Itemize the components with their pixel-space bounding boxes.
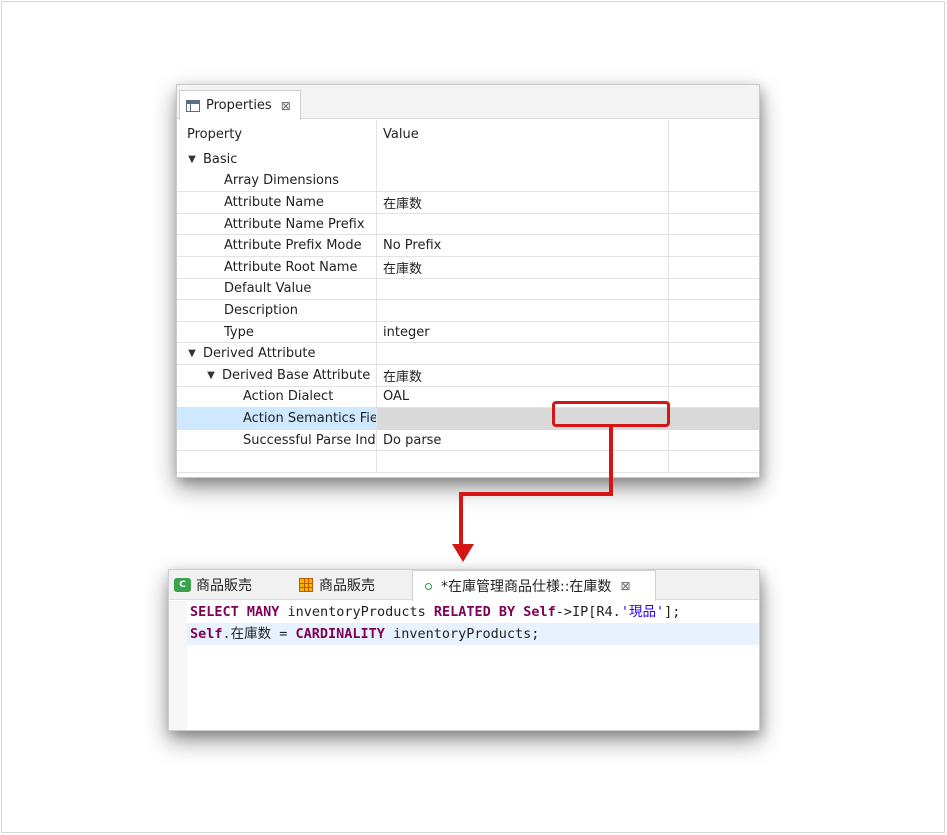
property-name: Default Value — [177, 278, 377, 301]
table-row[interactable]: Array Dimensions — [177, 170, 759, 193]
tab-properties-label: Properties — [206, 98, 272, 113]
property-name: Attribute Prefix Mode — [177, 235, 377, 257]
property-name: Description — [177, 300, 377, 322]
table-header: Property Value — [177, 120, 759, 149]
property-name: Attribute Name — [177, 192, 377, 214]
property-value[interactable]: No Prefix — [377, 235, 669, 257]
keyword: RELATED BY — [433, 604, 516, 620]
code-line-current[interactable]: Self.在庫数 = CARDINALITY inventoryProducts… — [187, 623, 759, 645]
keyword: Self — [190, 626, 223, 642]
property-value[interactable]: 在庫数 — [377, 192, 669, 214]
property-value[interactable]: integer — [377, 321, 669, 344]
table-row-empty — [177, 451, 759, 473]
chevron-down-icon[interactable]: ▼ — [185, 154, 199, 165]
editor-tab-label: 商品販売 — [319, 578, 375, 594]
table-row[interactable]: ▼ Derived Attribute — [177, 343, 759, 365]
property-name: Action Semantics Fiel — [177, 408, 377, 430]
editor-tab-label: 商品販売 — [196, 578, 252, 594]
editor-tab-diagram[interactable]: 商品販売 — [299, 570, 375, 600]
properties-view: Properties ⊠ Property Value ▼ Basic Array… — [176, 84, 760, 478]
code-text: .在庫数 = — [222, 626, 296, 642]
property-value[interactable] — [377, 278, 669, 301]
table-row[interactable]: Attribute Name 在庫数 — [177, 192, 759, 214]
properties-tabbar: Properties ⊠ — [177, 85, 759, 120]
table-row[interactable]: Description — [177, 300, 759, 322]
property-value — [377, 149, 669, 171]
grid-icon — [299, 578, 313, 592]
attribute-icon — [425, 582, 432, 590]
table-row[interactable]: Action Dialect OAL — [177, 386, 759, 409]
property-value[interactable] — [377, 300, 669, 322]
close-icon[interactable]: ⊠ — [620, 579, 630, 593]
class-icon: C — [174, 578, 191, 592]
table-row[interactable]: Default Value — [177, 278, 759, 301]
code-text: inventoryProducts — [279, 604, 434, 620]
keyword: CARDINALITY — [295, 626, 385, 642]
code-text: inventoryProducts; — [384, 626, 540, 642]
close-icon[interactable]: ⊠ — [281, 99, 291, 113]
table-row[interactable]: ▼ Derived Base Attribute 在庫数 — [177, 364, 759, 387]
property-value[interactable]: Do parse — [377, 429, 669, 452]
editor-tab-label: *在庫管理商品仕様::在庫数 — [441, 579, 612, 595]
code-text: ]; — [664, 604, 681, 620]
property-value — [377, 343, 669, 365]
table-row[interactable]: Attribute Root Name 在庫数 — [177, 256, 759, 279]
property-name: Derived Base Attribute — [222, 367, 371, 383]
editor-tab-class[interactable]: C 商品販売 — [174, 570, 252, 600]
property-name: Type — [177, 321, 377, 344]
highlight-box — [552, 401, 670, 427]
column-header-property[interactable]: Property — [177, 120, 377, 149]
table-row[interactable]: Type integer — [177, 321, 759, 344]
table-row[interactable]: Attribute Name Prefix — [177, 213, 759, 236]
property-name: Successful Parse Indi — [177, 429, 377, 452]
properties-table: Property Value ▼ Basic Array Dimensions A… — [177, 120, 759, 473]
properties-icon — [186, 99, 200, 112]
table-row[interactable]: Attribute Prefix Mode No Prefix — [177, 235, 759, 257]
keyword: Self — [523, 604, 556, 620]
property-value[interactable] — [377, 213, 669, 236]
table-row[interactable]: ▼ Basic — [177, 149, 759, 171]
chevron-down-icon[interactable]: ▼ — [204, 370, 218, 381]
oal-editor: C 商品販売 商品販売 *在庫管理商品仕様::在庫数 ⊠ SELECT MANY… — [168, 569, 760, 731]
code-line[interactable]: SELECT MANY inventoryProducts RELATED BY… — [187, 601, 759, 623]
chevron-down-icon[interactable]: ▼ — [185, 348, 199, 359]
property-value[interactable] — [377, 170, 669, 193]
code-text: ->IP[R4. — [555, 604, 621, 620]
keyword: SELECT MANY — [190, 604, 280, 620]
tab-properties[interactable]: Properties ⊠ — [179, 90, 301, 120]
column-header-value[interactable]: Value — [377, 120, 669, 149]
connector-line — [459, 492, 613, 496]
property-name: Action Dialect — [177, 386, 377, 409]
property-name: Basic — [203, 152, 238, 168]
code-area[interactable]: SELECT MANY inventoryProducts RELATED BY… — [187, 601, 759, 730]
connector-line — [609, 427, 613, 496]
editor-tabbar: C 商品販売 商品販売 *在庫管理商品仕様::在庫数 ⊠ — [169, 570, 759, 601]
property-name: Attribute Root Name — [177, 256, 377, 279]
property-value[interactable]: 在庫数 — [377, 364, 669, 387]
property-name: Array Dimensions — [177, 170, 377, 193]
table-row[interactable]: Successful Parse Indi Do parse — [177, 429, 759, 452]
arrow-down-icon — [452, 544, 474, 562]
property-name: Attribute Name Prefix — [177, 213, 377, 236]
string-literal: '現品' — [620, 604, 665, 620]
editor-tab-active[interactable]: *在庫管理商品仕様::在庫数 ⊠ — [412, 570, 656, 601]
property-name: Derived Attribute — [203, 346, 316, 362]
editor-gutter — [169, 601, 187, 730]
table-row-selected[interactable]: Action Semantics Fiel — [177, 408, 759, 430]
property-value[interactable]: 在庫数 — [377, 256, 669, 279]
connector-line — [459, 492, 463, 546]
